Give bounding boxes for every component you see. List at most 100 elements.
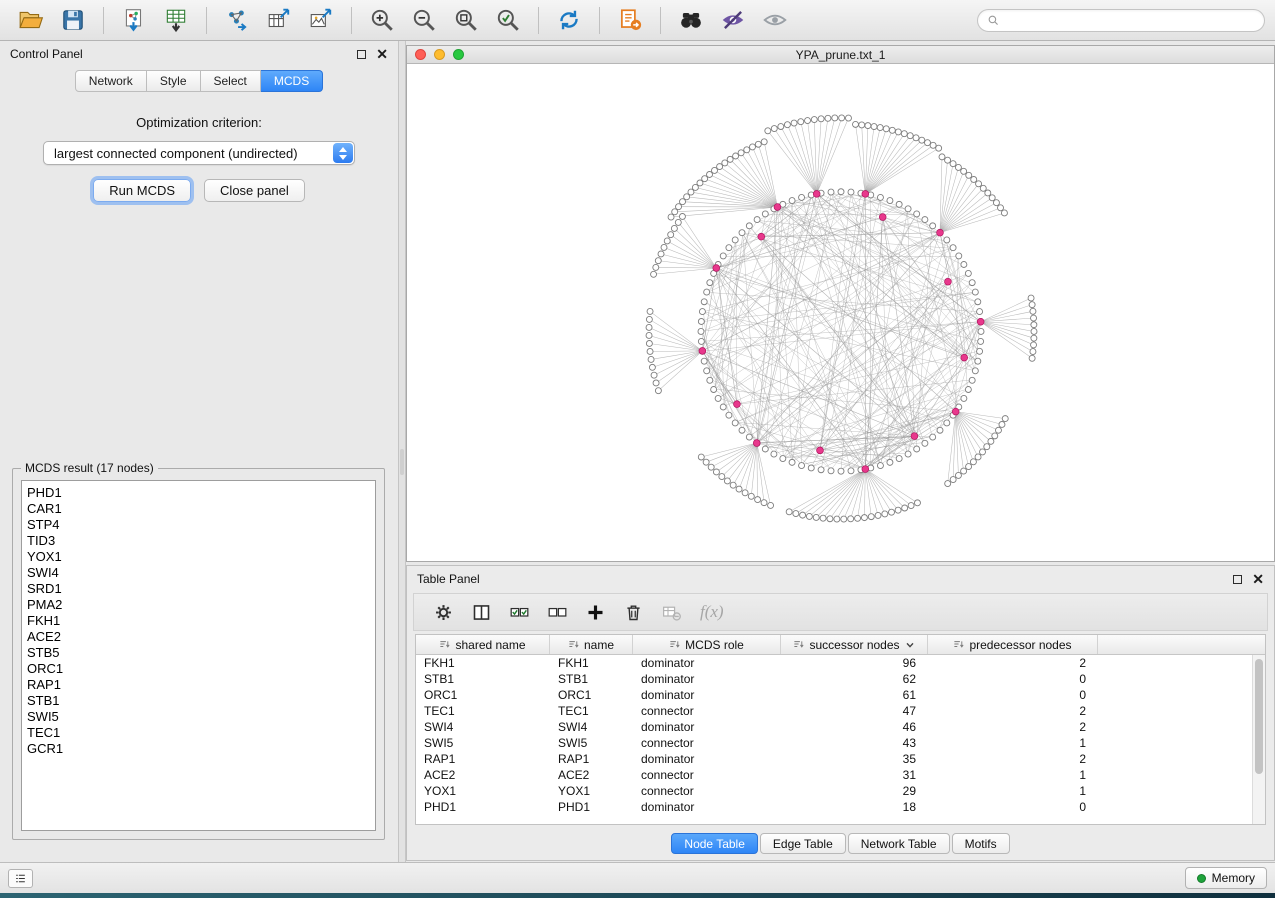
cell-successor-nodes: 46 <box>781 720 928 734</box>
result-node-item[interactable]: PHD1 <box>27 485 370 501</box>
result-node-item[interactable]: YOX1 <box>27 549 370 565</box>
zoom-in-icon[interactable] <box>366 4 398 36</box>
result-node-item[interactable]: TID3 <box>27 533 370 549</box>
export-network-icon[interactable] <box>221 4 253 36</box>
cell-name: TEC1 <box>550 704 633 718</box>
table-row[interactable]: SWI5SWI5connector431 <box>416 735 1252 751</box>
cell-name: FKH1 <box>550 656 633 670</box>
mcds-result-list[interactable]: PHD1CAR1STP4TID3YOX1SWI4SRD1PMA2FKH1ACE2… <box>21 480 376 831</box>
function-builder-icon[interactable]: f(x) <box>700 602 724 622</box>
column-header-successor-nodes[interactable]: successor nodes <box>781 635 928 654</box>
table-row[interactable]: SWI4SWI4dominator462 <box>416 719 1252 735</box>
zoom-fit-icon[interactable] <box>450 4 482 36</box>
tab-node-table[interactable]: Node Table <box>671 833 758 854</box>
cell-shared-name: YOX1 <box>416 784 550 798</box>
destroy-table-icon[interactable] <box>657 598 685 626</box>
result-node-item[interactable]: ORC1 <box>27 661 370 677</box>
panel-splitter[interactable] <box>399 41 406 862</box>
tab-edge-table[interactable]: Edge Table <box>760 833 846 854</box>
zoom-out-icon[interactable] <box>408 4 440 36</box>
clone-network-icon[interactable] <box>614 4 646 36</box>
result-node-item[interactable]: STP4 <box>27 517 370 533</box>
panel-menu-button[interactable] <box>8 869 33 888</box>
add-icon[interactable] <box>581 598 609 626</box>
result-node-item[interactable]: STB5 <box>27 645 370 661</box>
refresh-icon[interactable] <box>553 4 585 36</box>
tab-select[interactable]: Select <box>201 70 261 92</box>
splitter-handle-icon[interactable] <box>400 449 404 475</box>
result-node-item[interactable]: STB1 <box>27 693 370 709</box>
memory-button[interactable]: Memory <box>1185 867 1267 889</box>
column-header-shared-name[interactable]: shared name <box>416 635 550 654</box>
result-node-item[interactable]: ACE2 <box>27 629 370 645</box>
find-icon[interactable] <box>675 4 707 36</box>
cell-predecessor-nodes: 2 <box>928 752 1098 766</box>
import-table-icon[interactable] <box>160 4 192 36</box>
network-canvas[interactable] <box>407 64 1274 561</box>
save-icon[interactable] <box>57 4 89 36</box>
run-mcds-button[interactable]: Run MCDS <box>93 179 191 202</box>
cell-successor-nodes: 18 <box>781 800 928 814</box>
result-node-item[interactable]: CAR1 <box>27 501 370 517</box>
table-row[interactable]: RAP1RAP1dominator352 <box>416 751 1252 767</box>
search-box[interactable] <box>977 9 1265 32</box>
criterion-value: largest connected component (undirected) <box>54 146 298 161</box>
export-image-icon[interactable] <box>305 4 337 36</box>
main-toolbar <box>0 0 1275 41</box>
table-row[interactable]: ACE2ACE2connector311 <box>416 767 1252 783</box>
main-toolbar-icons <box>10 4 796 36</box>
table-body: FKH1FKH1dominator962STB1STB1dominator620… <box>416 655 1252 824</box>
cell-successor-nodes: 43 <box>781 736 928 750</box>
settings-icon[interactable] <box>429 598 457 626</box>
table-scrollbar[interactable] <box>1252 655 1265 824</box>
column-header-predecessor-nodes[interactable]: predecessor nodes <box>928 635 1098 654</box>
table-row[interactable]: FKH1FKH1dominator962 <box>416 655 1252 671</box>
network-graph[interactable] <box>407 64 1274 561</box>
table-row[interactable]: TEC1TEC1connector472 <box>416 703 1252 719</box>
column-header-mcds-role[interactable]: MCDS role <box>633 635 781 654</box>
tab-network[interactable]: Network <box>75 70 147 92</box>
search-input[interactable] <box>1006 13 1255 27</box>
scrollbar-thumb[interactable] <box>1255 659 1263 774</box>
result-node-item[interactable]: SRD1 <box>27 581 370 597</box>
result-node-item[interactable]: PMA2 <box>27 597 370 613</box>
float-panel-icon[interactable] <box>357 50 366 59</box>
mcds-result-title: MCDS result (17 nodes) <box>21 461 158 475</box>
cell-successor-nodes: 47 <box>781 704 928 718</box>
select-all-icon[interactable] <box>505 598 533 626</box>
column-header-name[interactable]: name <box>550 635 633 654</box>
result-node-item[interactable]: TEC1 <box>27 725 370 741</box>
result-node-item[interactable]: GCR1 <box>27 741 370 757</box>
zoom-selected-icon[interactable] <box>492 4 524 36</box>
cell-shared-name: STB1 <box>416 672 550 686</box>
table-row[interactable]: ORC1ORC1dominator610 <box>416 687 1252 703</box>
result-node-item[interactable]: RAP1 <box>27 677 370 693</box>
import-network-icon[interactable] <box>118 4 150 36</box>
delete-icon[interactable] <box>619 598 647 626</box>
criterion-select[interactable]: largest connected component (undirected) <box>43 141 355 165</box>
table-row[interactable]: STB1STB1dominator620 <box>416 671 1252 687</box>
cell-predecessor-nodes: 2 <box>928 704 1098 718</box>
tab-style[interactable]: Style <box>147 70 201 92</box>
cell-mcds-role: dominator <box>633 688 781 702</box>
result-node-item[interactable]: SWI5 <box>27 709 370 725</box>
deselect-all-icon[interactable] <box>543 598 571 626</box>
memory-status-icon <box>1197 874 1206 883</box>
export-table-icon[interactable] <box>263 4 295 36</box>
table-row[interactable]: PHD1PHD1dominator180 <box>416 799 1252 815</box>
float-table-panel-icon[interactable] <box>1233 575 1242 584</box>
cell-name: PHD1 <box>550 800 633 814</box>
table-row[interactable]: YOX1YOX1connector291 <box>416 783 1252 799</box>
tab-motifs[interactable]: Motifs <box>952 833 1010 854</box>
result-node-item[interactable]: FKH1 <box>27 613 370 629</box>
show-all-icon[interactable] <box>759 4 791 36</box>
open-file-icon[interactable] <box>15 4 47 36</box>
columns-icon[interactable] <box>467 598 495 626</box>
hide-selected-icon[interactable] <box>717 4 749 36</box>
tab-network-table[interactable]: Network Table <box>848 833 950 854</box>
result-node-item[interactable]: SWI4 <box>27 565 370 581</box>
close-panel-icon[interactable]: ✕ <box>376 47 388 61</box>
close-mcds-panel-button[interactable]: Close panel <box>204 179 305 202</box>
close-table-panel-icon[interactable]: ✕ <box>1252 572 1264 586</box>
tab-mcds[interactable]: MCDS <box>261 70 323 92</box>
